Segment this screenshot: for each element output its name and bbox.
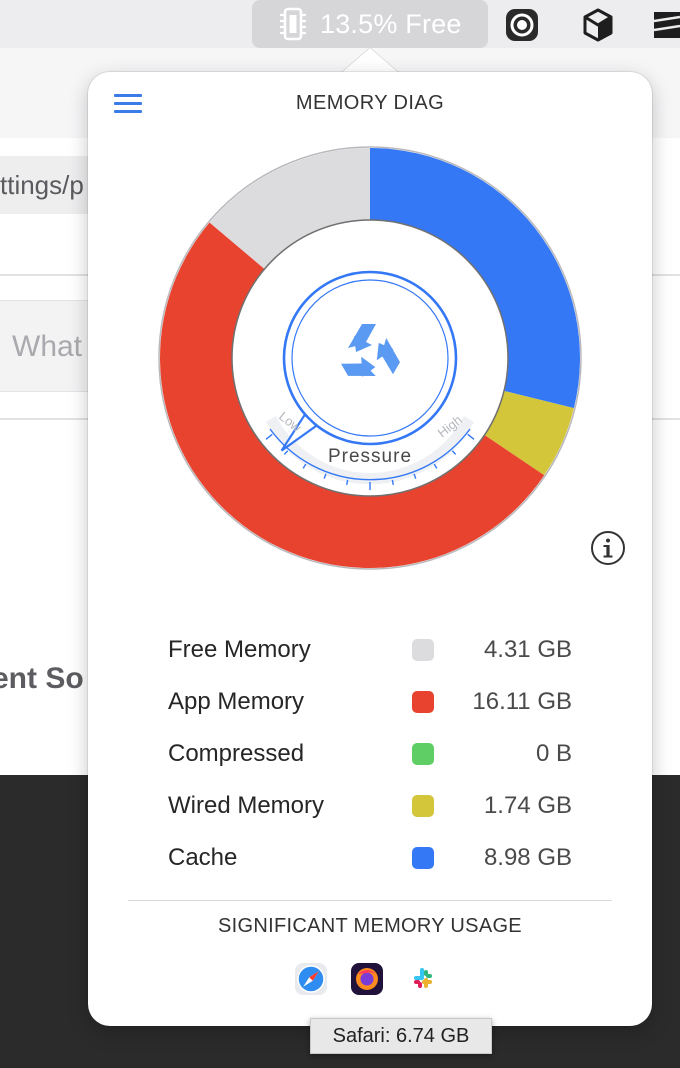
memory-donut-chart: Low High Pressure	[158, 146, 582, 570]
memory-legend: Free Memory 4.31 GB App Memory 16.11 GB …	[168, 624, 572, 884]
legend-value: 4.31 GB	[483, 636, 572, 663]
legend-swatch	[412, 847, 434, 869]
legend-swatch	[412, 639, 434, 661]
legend-label: Cache	[168, 844, 238, 871]
info-icon[interactable]	[590, 530, 626, 566]
legend-row-cache: Cache 8.98 GB	[168, 832, 572, 884]
firefox-icon[interactable]	[350, 962, 384, 996]
legend-value: 1.74 GB	[483, 792, 572, 819]
legend-swatch	[412, 691, 434, 713]
section-divider	[128, 900, 612, 901]
gauge-pressure-label: Pressure	[328, 446, 412, 467]
legend-value: 0 B	[535, 740, 572, 767]
popover-arrow	[340, 48, 400, 74]
legend-value: 8.98 GB	[483, 844, 572, 871]
record-icon[interactable]	[505, 8, 539, 42]
legend-row-free-memory: Free Memory 4.31 GB	[168, 624, 572, 676]
safari-icon[interactable]	[294, 962, 328, 996]
significant-usage-title: SIGNIFICANT MEMORY USAGE	[218, 915, 522, 937]
stripes-icon[interactable]	[654, 8, 680, 42]
cube-icon[interactable]	[582, 8, 614, 42]
menu-bar: 13.5% Free	[0, 0, 680, 48]
memory-diag-popover: MEMORY DIAG Low High Pressure Free Memor…	[88, 72, 652, 1026]
memory-status-menu-item[interactable]: 13.5% Free	[252, 0, 488, 48]
legend-value: 16.11 GB	[472, 688, 572, 715]
legend-swatch	[412, 795, 434, 817]
memory-status-text: 13.5% Free	[320, 8, 462, 39]
significant-apps	[294, 962, 444, 998]
legend-label: App Memory	[168, 688, 305, 715]
slack-icon[interactable]	[406, 962, 440, 996]
legend-swatch	[412, 743, 434, 765]
legend-label: Free Memory	[168, 636, 311, 663]
memory-chip-icon	[280, 7, 306, 41]
legend-label: Wired Memory	[168, 792, 325, 819]
app-tooltip: Safari: 6.74 GB	[310, 1018, 492, 1054]
popover-title: MEMORY DIAG	[295, 92, 445, 114]
legend-row-compressed: Compressed 0 B	[168, 728, 572, 780]
legend-row-wired-memory: Wired Memory 1.74 GB	[168, 780, 572, 832]
legend-label: Compressed	[168, 740, 305, 767]
legend-row-app-memory: App Memory 16.11 GB	[168, 676, 572, 728]
